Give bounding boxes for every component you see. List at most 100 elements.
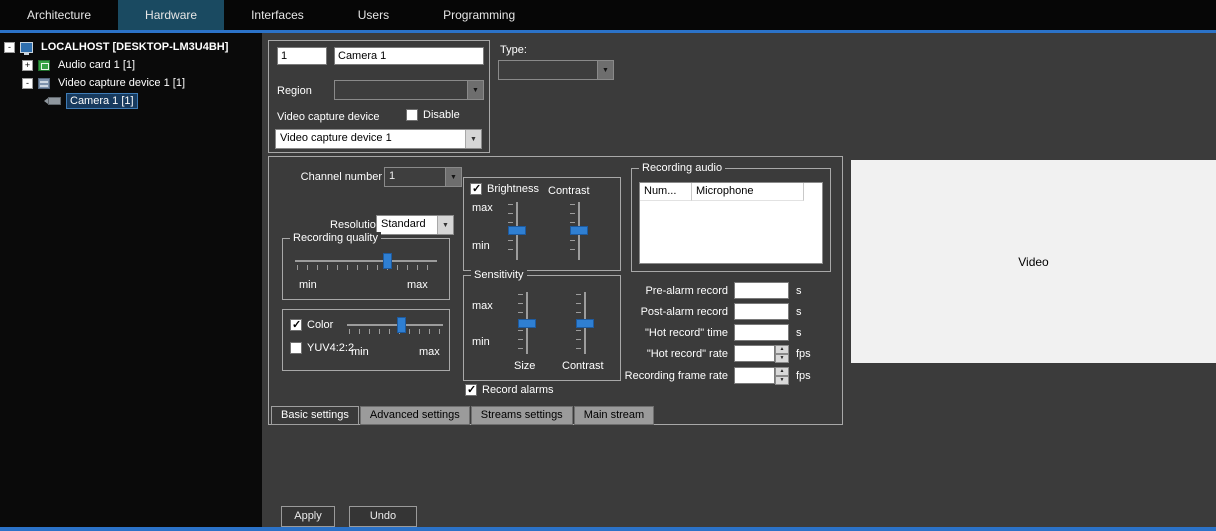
expand-icon[interactable]: [22, 60, 33, 71]
brightness-slider[interactable]: [506, 202, 528, 260]
channel-number-value: 1: [385, 168, 445, 186]
slider-thumb[interactable]: [518, 319, 536, 328]
contrast-label: Contrast: [548, 185, 590, 197]
tree-item-label[interactable]: Video capture device 1 [1]: [55, 76, 188, 90]
color-checkbox[interactable]: [290, 319, 302, 331]
hot-record-time-label: "Hot record" time: [606, 327, 728, 339]
recording-frame-rate-unit: fps: [796, 370, 811, 382]
capture-device-select[interactable]: Video capture device 1: [275, 129, 482, 149]
audio-card-icon: [38, 60, 50, 71]
region-select[interactable]: [334, 80, 484, 100]
max-label: max: [472, 300, 493, 312]
menu-architecture[interactable]: Architecture: [0, 0, 118, 30]
device-identity-group: Region Video capture device Disable Vide…: [268, 40, 490, 153]
max-label: max: [419, 346, 440, 358]
chevron-down-icon[interactable]: [597, 61, 613, 79]
tab-advanced-settings[interactable]: Advanced settings: [360, 406, 470, 425]
apply-button[interactable]: Apply: [281, 506, 335, 527]
pre-alarm-record-input[interactable]: [734, 282, 789, 299]
recording-frame-rate-input[interactable]: [734, 367, 775, 384]
brightness-checkbox[interactable]: [470, 183, 482, 195]
slider-thumb[interactable]: [383, 253, 392, 269]
spinner-down-button[interactable]: [775, 354, 789, 363]
resolution-label: Resolution: [289, 219, 382, 231]
brightness-label: Brightness: [487, 183, 539, 195]
tree-item-label[interactable]: Audio card 1 [1]: [55, 58, 138, 72]
brightness-checkbox-row[interactable]: Brightness: [470, 183, 539, 195]
sensitivity-contrast-slider[interactable]: [574, 292, 596, 354]
tree-item-label-selected[interactable]: Camera 1 [1]: [66, 93, 138, 109]
yuv-label: YUV4:2:2: [307, 342, 354, 354]
color-checkbox-row[interactable]: Color: [290, 319, 333, 331]
post-alarm-record-input[interactable]: [734, 303, 789, 320]
spinner-up-button[interactable]: [775, 345, 789, 354]
collapse-icon[interactable]: [22, 78, 33, 89]
slider-thumb[interactable]: [570, 226, 588, 235]
chevron-down-icon[interactable]: [467, 81, 483, 99]
record-alarms-checkbox-row[interactable]: Record alarms: [465, 384, 554, 396]
settings-tab-strip: Basic settings Advanced settings Streams…: [271, 406, 655, 425]
device-id-input[interactable]: [277, 47, 327, 65]
tab-basic-settings[interactable]: Basic settings: [271, 406, 359, 425]
chevron-down-icon[interactable]: [445, 168, 461, 186]
menu-hardware[interactable]: Hardware: [118, 0, 224, 30]
slider-track: [347, 324, 443, 326]
menu-interfaces[interactable]: Interfaces: [224, 0, 331, 30]
min-label: min: [472, 336, 490, 348]
brightness-contrast-group: Brightness Contrast max min: [463, 177, 621, 271]
color-slider[interactable]: [347, 317, 443, 339]
record-alarms-checkbox[interactable]: [465, 384, 477, 396]
recording-quality-slider[interactable]: [295, 253, 437, 275]
tree-item-video-capture-device[interactable]: Video capture device 1 [1]: [22, 75, 188, 91]
spinner-down-button[interactable]: [775, 376, 789, 385]
camera-settings-group: Channel number 1 Resolution Standard Rec…: [268, 156, 843, 425]
bottom-accent-divider: [0, 527, 1216, 531]
min-label: min: [351, 346, 369, 358]
sensitivity-size-slider[interactable]: [516, 292, 538, 354]
contrast-label: Contrast: [562, 360, 604, 372]
tree-item-label[interactable]: LOCALHOST [DESKTOP-LM3U4BH]: [38, 40, 231, 54]
slider-thumb[interactable]: [397, 317, 406, 333]
sensitivity-group: Sensitivity max min Size Contrast: [463, 275, 621, 381]
pre-alarm-record-label: Pre-alarm record: [606, 285, 728, 297]
tree-item-camera[interactable]: Camera 1 [1]: [44, 93, 138, 109]
type-select[interactable]: [498, 60, 614, 80]
chevron-down-icon[interactable]: [437, 216, 453, 234]
menu-programming[interactable]: Programming: [416, 0, 542, 30]
tree-item-localhost[interactable]: LOCALHOST [DESKTOP-LM3U4BH]: [4, 39, 231, 55]
yuv-checkbox[interactable]: [290, 342, 302, 354]
tab-streams-settings[interactable]: Streams settings: [471, 406, 573, 425]
chevron-down-icon[interactable]: [465, 130, 481, 148]
collapse-icon[interactable]: [4, 42, 15, 53]
tree-item-audio-card[interactable]: Audio card 1 [1]: [22, 57, 138, 73]
recording-frame-rate-spinner[interactable]: [734, 367, 789, 384]
hot-record-rate-input[interactable]: [734, 345, 775, 362]
computer-icon: [20, 42, 33, 53]
disable-checkbox-row[interactable]: Disable: [406, 109, 460, 121]
resolution-select[interactable]: Standard: [376, 215, 454, 235]
column-header-microphone: Microphone: [692, 183, 804, 201]
table-header: Num... Microphone: [640, 183, 822, 201]
menu-users[interactable]: Users: [331, 0, 416, 30]
tab-main-stream[interactable]: Main stream: [574, 406, 655, 425]
hot-record-rate-label: "Hot record" rate: [606, 348, 728, 360]
slider-thumb[interactable]: [508, 226, 526, 235]
contrast-slider[interactable]: [568, 202, 590, 260]
hot-record-time-input[interactable]: [734, 324, 789, 341]
recording-audio-group: Recording audio Num... Microphone: [631, 168, 831, 272]
disable-checkbox[interactable]: [406, 109, 418, 121]
region-value: [335, 81, 467, 99]
device-name-input[interactable]: [334, 47, 484, 65]
yuv-checkbox-row[interactable]: YUV4:2:2: [290, 342, 354, 354]
recording-audio-table[interactable]: Num... Microphone: [639, 182, 823, 264]
sensitivity-title: Sensitivity: [471, 269, 527, 281]
hot-record-rate-spinner[interactable]: [734, 345, 789, 362]
undo-button[interactable]: Undo: [349, 506, 417, 527]
slider-thumb[interactable]: [576, 319, 594, 328]
slider-track: [295, 260, 437, 262]
spinner-up-button[interactable]: [775, 367, 789, 376]
pre-alarm-unit: s: [796, 285, 802, 297]
min-label: min: [299, 279, 317, 291]
spinner-buttons: [775, 367, 789, 384]
channel-number-select[interactable]: 1: [384, 167, 462, 187]
